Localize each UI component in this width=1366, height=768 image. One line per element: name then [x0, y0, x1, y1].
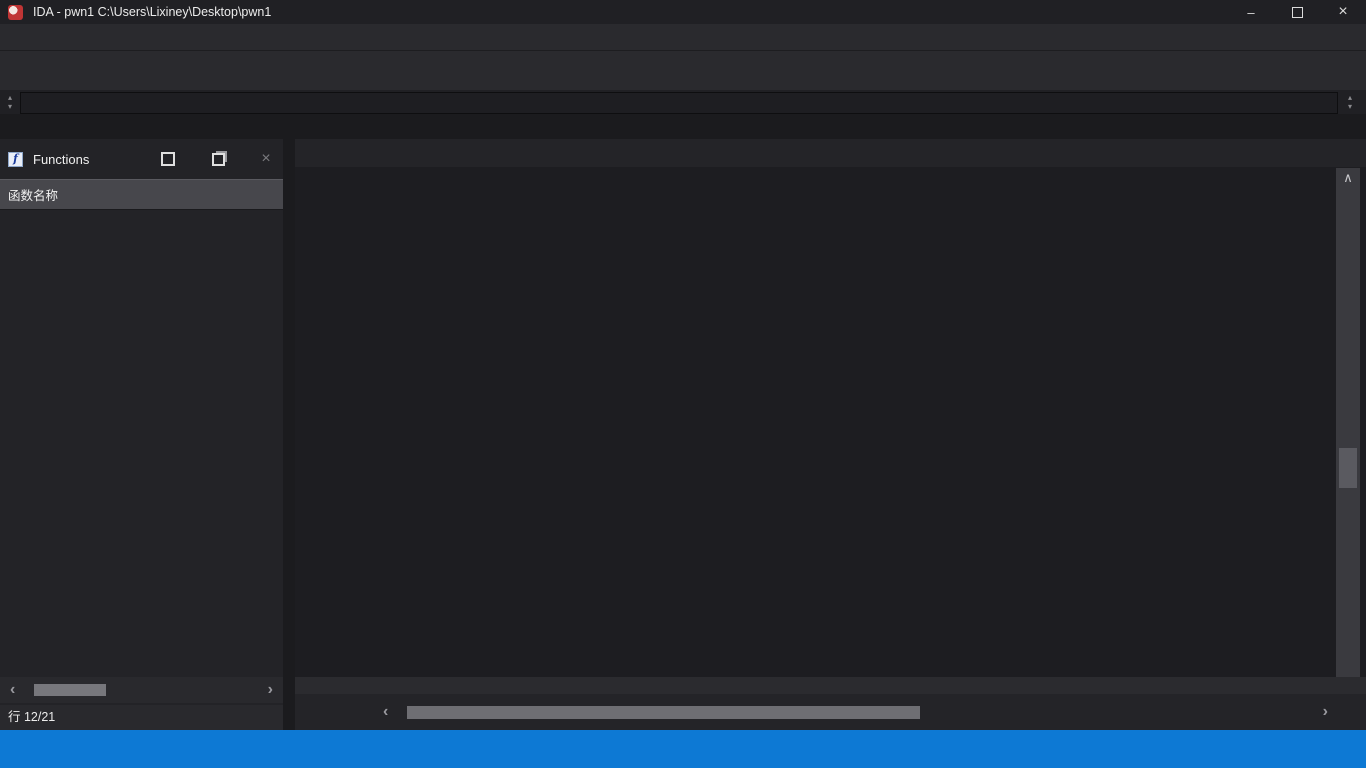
- scrollbar-thumb[interactable]: [407, 706, 920, 719]
- listing-status-line: [295, 677, 1366, 694]
- scrollbar-thumb[interactable]: [34, 684, 106, 696]
- view-tab-bar: [295, 139, 1366, 167]
- disassembly-area: ∧ ∨ ‹ ›: [295, 139, 1366, 730]
- navband-scroll-left-icon[interactable]: ▴▾: [4, 91, 16, 113]
- functions-horizontal-scrollbar[interactable]: ‹ ›: [0, 677, 283, 703]
- toolbar: [0, 50, 1366, 90]
- color-legend: [0, 114, 1366, 139]
- functions-panel-header: f Functions ×: [0, 143, 283, 175]
- navigation-band-row: ▴▾ ▴▾: [0, 90, 1366, 114]
- menu-bar: [0, 24, 1366, 50]
- window-title: IDA - pwn1 C:\Users\Lixiney\Desktop\pwn1: [33, 5, 271, 19]
- scroll-left-icon[interactable]: ‹: [383, 699, 388, 725]
- function-icon: f: [8, 152, 23, 167]
- status-bar: [0, 730, 1366, 768]
- maximize-button[interactable]: [1274, 0, 1320, 24]
- scroll-left-icon[interactable]: ‹: [10, 677, 15, 703]
- listing-vertical-scrollbar[interactable]: ∧ ∨: [1336, 168, 1360, 694]
- panel-restore-icon[interactable]: [210, 151, 226, 167]
- functions-panel: f Functions × 函数名称 ‹ › 行 12/21: [0, 139, 283, 730]
- minimize-button[interactable]: –: [1228, 0, 1274, 24]
- scrollbar-thumb[interactable]: [1339, 448, 1357, 488]
- navigation-band[interactable]: [20, 92, 1338, 114]
- disassembly-listing: [295, 167, 1336, 677]
- function-row-counter: 行 12/21: [0, 705, 283, 730]
- ida-window: IDA - pwn1 C:\Users\Lixiney\Desktop\pwn1…: [0, 0, 1366, 768]
- scroll-right-icon[interactable]: ›: [1323, 699, 1328, 725]
- listing-horizontal-scrollbar[interactable]: ‹ ›: [295, 694, 1366, 730]
- panel-maximize-icon[interactable]: [160, 151, 176, 167]
- functions-panel-title: Functions: [33, 152, 89, 167]
- function-name-column-header[interactable]: 函数名称: [0, 179, 283, 210]
- navband-scroll-right-icon[interactable]: ▴▾: [1344, 91, 1356, 113]
- panel-close-icon[interactable]: ×: [258, 151, 274, 167]
- scroll-right-icon[interactable]: ›: [268, 677, 273, 703]
- title-bar: IDA - pwn1 C:\Users\Lixiney\Desktop\pwn1…: [0, 0, 1366, 24]
- ida-logo-icon: [8, 5, 23, 20]
- close-button[interactable]: ×: [1320, 0, 1366, 24]
- scroll-up-icon[interactable]: ∧: [1336, 168, 1360, 188]
